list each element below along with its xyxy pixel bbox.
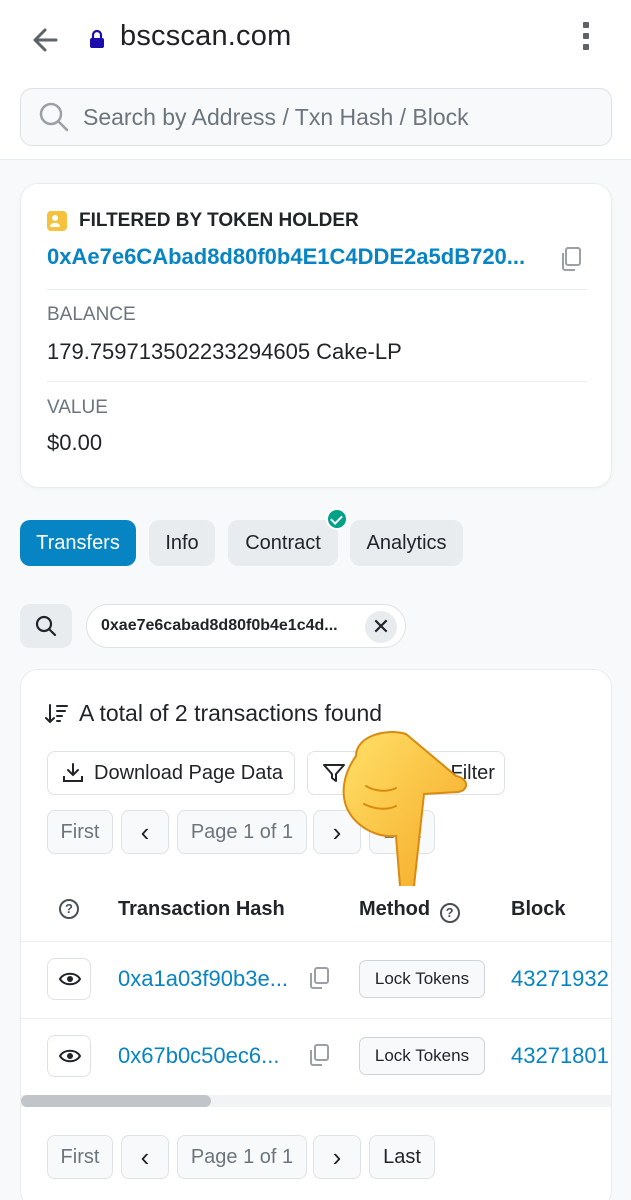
address-filter-chip: 0xae7e6cabad8d80f0b4e1c4d... ✕ xyxy=(86,604,406,648)
value-amount: $0.00 xyxy=(47,430,103,455)
page-next-button[interactable]: › xyxy=(313,1135,361,1179)
search-bar[interactable] xyxy=(20,88,612,146)
search-icon xyxy=(39,102,69,132)
view-details-button[interactable] xyxy=(47,1035,91,1077)
scrollbar-thumb[interactable] xyxy=(21,1095,211,1107)
transactions-summary: A total of 2 transactions found xyxy=(45,700,382,727)
balance-label: BALANCE xyxy=(47,304,136,325)
row-divider xyxy=(21,941,611,942)
back-arrow-icon[interactable] xyxy=(28,22,64,58)
download-page-data-button[interactable]: Download Page Data xyxy=(47,751,295,795)
value-label: VALUE xyxy=(47,397,108,418)
more-options-icon[interactable] xyxy=(576,22,596,58)
search-input[interactable] xyxy=(83,97,603,137)
page-first-button[interactable]: First xyxy=(47,810,113,854)
row-divider xyxy=(21,1018,611,1019)
pointing-hand-icon xyxy=(342,731,467,886)
balance-value: 179.759713502233294605 Cake-LP xyxy=(47,339,402,364)
view-details-button[interactable] xyxy=(47,958,91,1000)
holder-address-link[interactable]: 0xAe7e6CAbad8d80f0b4E1C4DDE2a5dB720... xyxy=(47,244,547,270)
block-number-link[interactable]: 43271801 xyxy=(511,1043,609,1069)
filter-chip-text: 0xae7e6cabad8d80f0b4e1c4d... xyxy=(101,617,338,634)
sort-desc-icon xyxy=(45,703,68,723)
search-icon xyxy=(35,615,57,637)
help-icon[interactable]: ? xyxy=(59,899,79,919)
tab-contract[interactable]: Contract xyxy=(228,520,338,566)
page-indicator: Page 1 of 1 xyxy=(177,1135,307,1179)
verified-check-icon xyxy=(326,508,348,530)
close-icon[interactable]: ✕ xyxy=(365,611,397,643)
tab-analytics[interactable]: Analytics xyxy=(350,520,463,566)
method-badge: Lock Tokens xyxy=(359,960,485,998)
filter-search-button[interactable] xyxy=(20,604,72,648)
column-transaction-hash: Transaction Hash xyxy=(118,898,285,920)
page-first-button[interactable]: First xyxy=(47,1135,113,1179)
divider xyxy=(47,289,587,290)
tab-info[interactable]: Info xyxy=(149,520,215,566)
page-prev-button[interactable]: ‹ xyxy=(121,1135,169,1179)
horizontal-scrollbar[interactable] xyxy=(21,1095,611,1107)
summary-text: A total of 2 transactions found xyxy=(79,700,383,726)
holder-header: FILTERED BY TOKEN HOLDER xyxy=(47,210,359,232)
eye-icon xyxy=(59,972,81,986)
method-header-label: Method xyxy=(359,898,431,920)
page-prev-button[interactable]: ‹ xyxy=(121,810,169,854)
help-icon[interactable]: ? xyxy=(439,903,460,923)
tab-transfers[interactable]: Transfers xyxy=(20,520,136,566)
page-last-button[interactable]: Last xyxy=(369,1135,435,1179)
download-label: Download Page Data xyxy=(94,761,284,784)
block-number-link[interactable]: 43271932 xyxy=(511,966,609,992)
browser-bar: bscscan.com xyxy=(0,0,631,160)
method-badge: Lock Tokens xyxy=(359,1037,485,1075)
transaction-hash-link[interactable]: 0x67b0c50ec6... xyxy=(118,1043,300,1069)
column-block: Block xyxy=(511,898,566,920)
transaction-hash-link[interactable]: 0xa1a03f90b3e... xyxy=(118,966,300,992)
copy-icon[interactable] xyxy=(308,966,330,990)
copy-icon[interactable] xyxy=(559,246,583,272)
transactions-panel: A total of 2 transactions found Download… xyxy=(20,669,612,1200)
lock-icon xyxy=(90,29,104,48)
holder-title: FILTERED BY TOKEN HOLDER xyxy=(79,210,359,231)
divider xyxy=(47,381,587,382)
copy-icon[interactable] xyxy=(308,1043,330,1067)
token-holder-card: FILTERED BY TOKEN HOLDER 0xAe7e6CAbad8d8… xyxy=(20,183,612,488)
contact-card-icon xyxy=(47,211,67,231)
url-text[interactable]: bscscan.com xyxy=(120,20,291,53)
column-method: Method ? xyxy=(359,898,460,923)
download-icon xyxy=(63,763,83,782)
eye-icon xyxy=(59,1049,81,1063)
page-indicator: Page 1 of 1 xyxy=(177,810,307,854)
